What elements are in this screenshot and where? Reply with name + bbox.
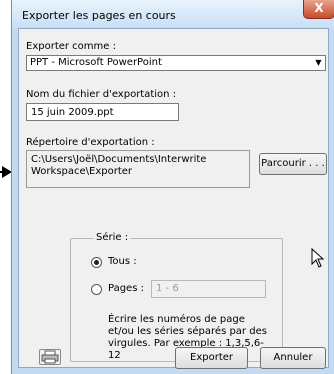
- print-button[interactable]: [39, 349, 61, 365]
- filename-value: 15 juin 2009.ppt: [31, 107, 114, 118]
- close-icon: X: [314, 1, 324, 15]
- browse-button[interactable]: Parcourir . . .: [259, 153, 327, 175]
- pages-value: 1 - 6: [156, 283, 179, 294]
- export-dialog: Exporter les pages en cours X Exporter c…: [11, 0, 334, 374]
- export-format-value: PPT - Microsoft PowerPoint: [30, 57, 162, 68]
- close-button[interactable]: X: [303, 0, 334, 19]
- pages-input[interactable]: 1 - 6: [151, 280, 266, 298]
- cancel-button[interactable]: Annuler: [260, 347, 326, 369]
- radio-all[interactable]: [91, 257, 102, 268]
- printer-icon: [41, 350, 59, 364]
- chevron-down-icon[interactable]: ▼: [312, 56, 325, 70]
- mouse-cursor-icon: [311, 248, 325, 268]
- directory-field: C:\Users\Joël\Documents\Interwrite Works…: [26, 150, 250, 188]
- filename-input[interactable]: 15 juin 2009.ppt: [26, 103, 179, 121]
- radio-pages[interactable]: [91, 284, 102, 295]
- directory-label: Répertoire d'exportation :: [26, 137, 155, 148]
- export-as-label: Exporter comme :: [26, 41, 116, 52]
- radio-pages-label[interactable]: Pages :: [108, 283, 144, 294]
- dialog-title: Exporter les pages en cours: [22, 9, 176, 22]
- radio-all-label[interactable]: Tous :: [108, 256, 137, 267]
- filename-label: Nom du fichier d'exportation :: [26, 89, 177, 100]
- export-button[interactable]: Exporter: [175, 347, 248, 369]
- export-format-select[interactable]: PPT - Microsoft PowerPoint ▼: [26, 55, 326, 71]
- title-bar: Exporter les pages en cours X: [12, 0, 334, 28]
- series-group-title: Série :: [94, 232, 131, 243]
- dialog-body: Exporter comme : PPT - Microsoft PowerPo…: [18, 28, 329, 369]
